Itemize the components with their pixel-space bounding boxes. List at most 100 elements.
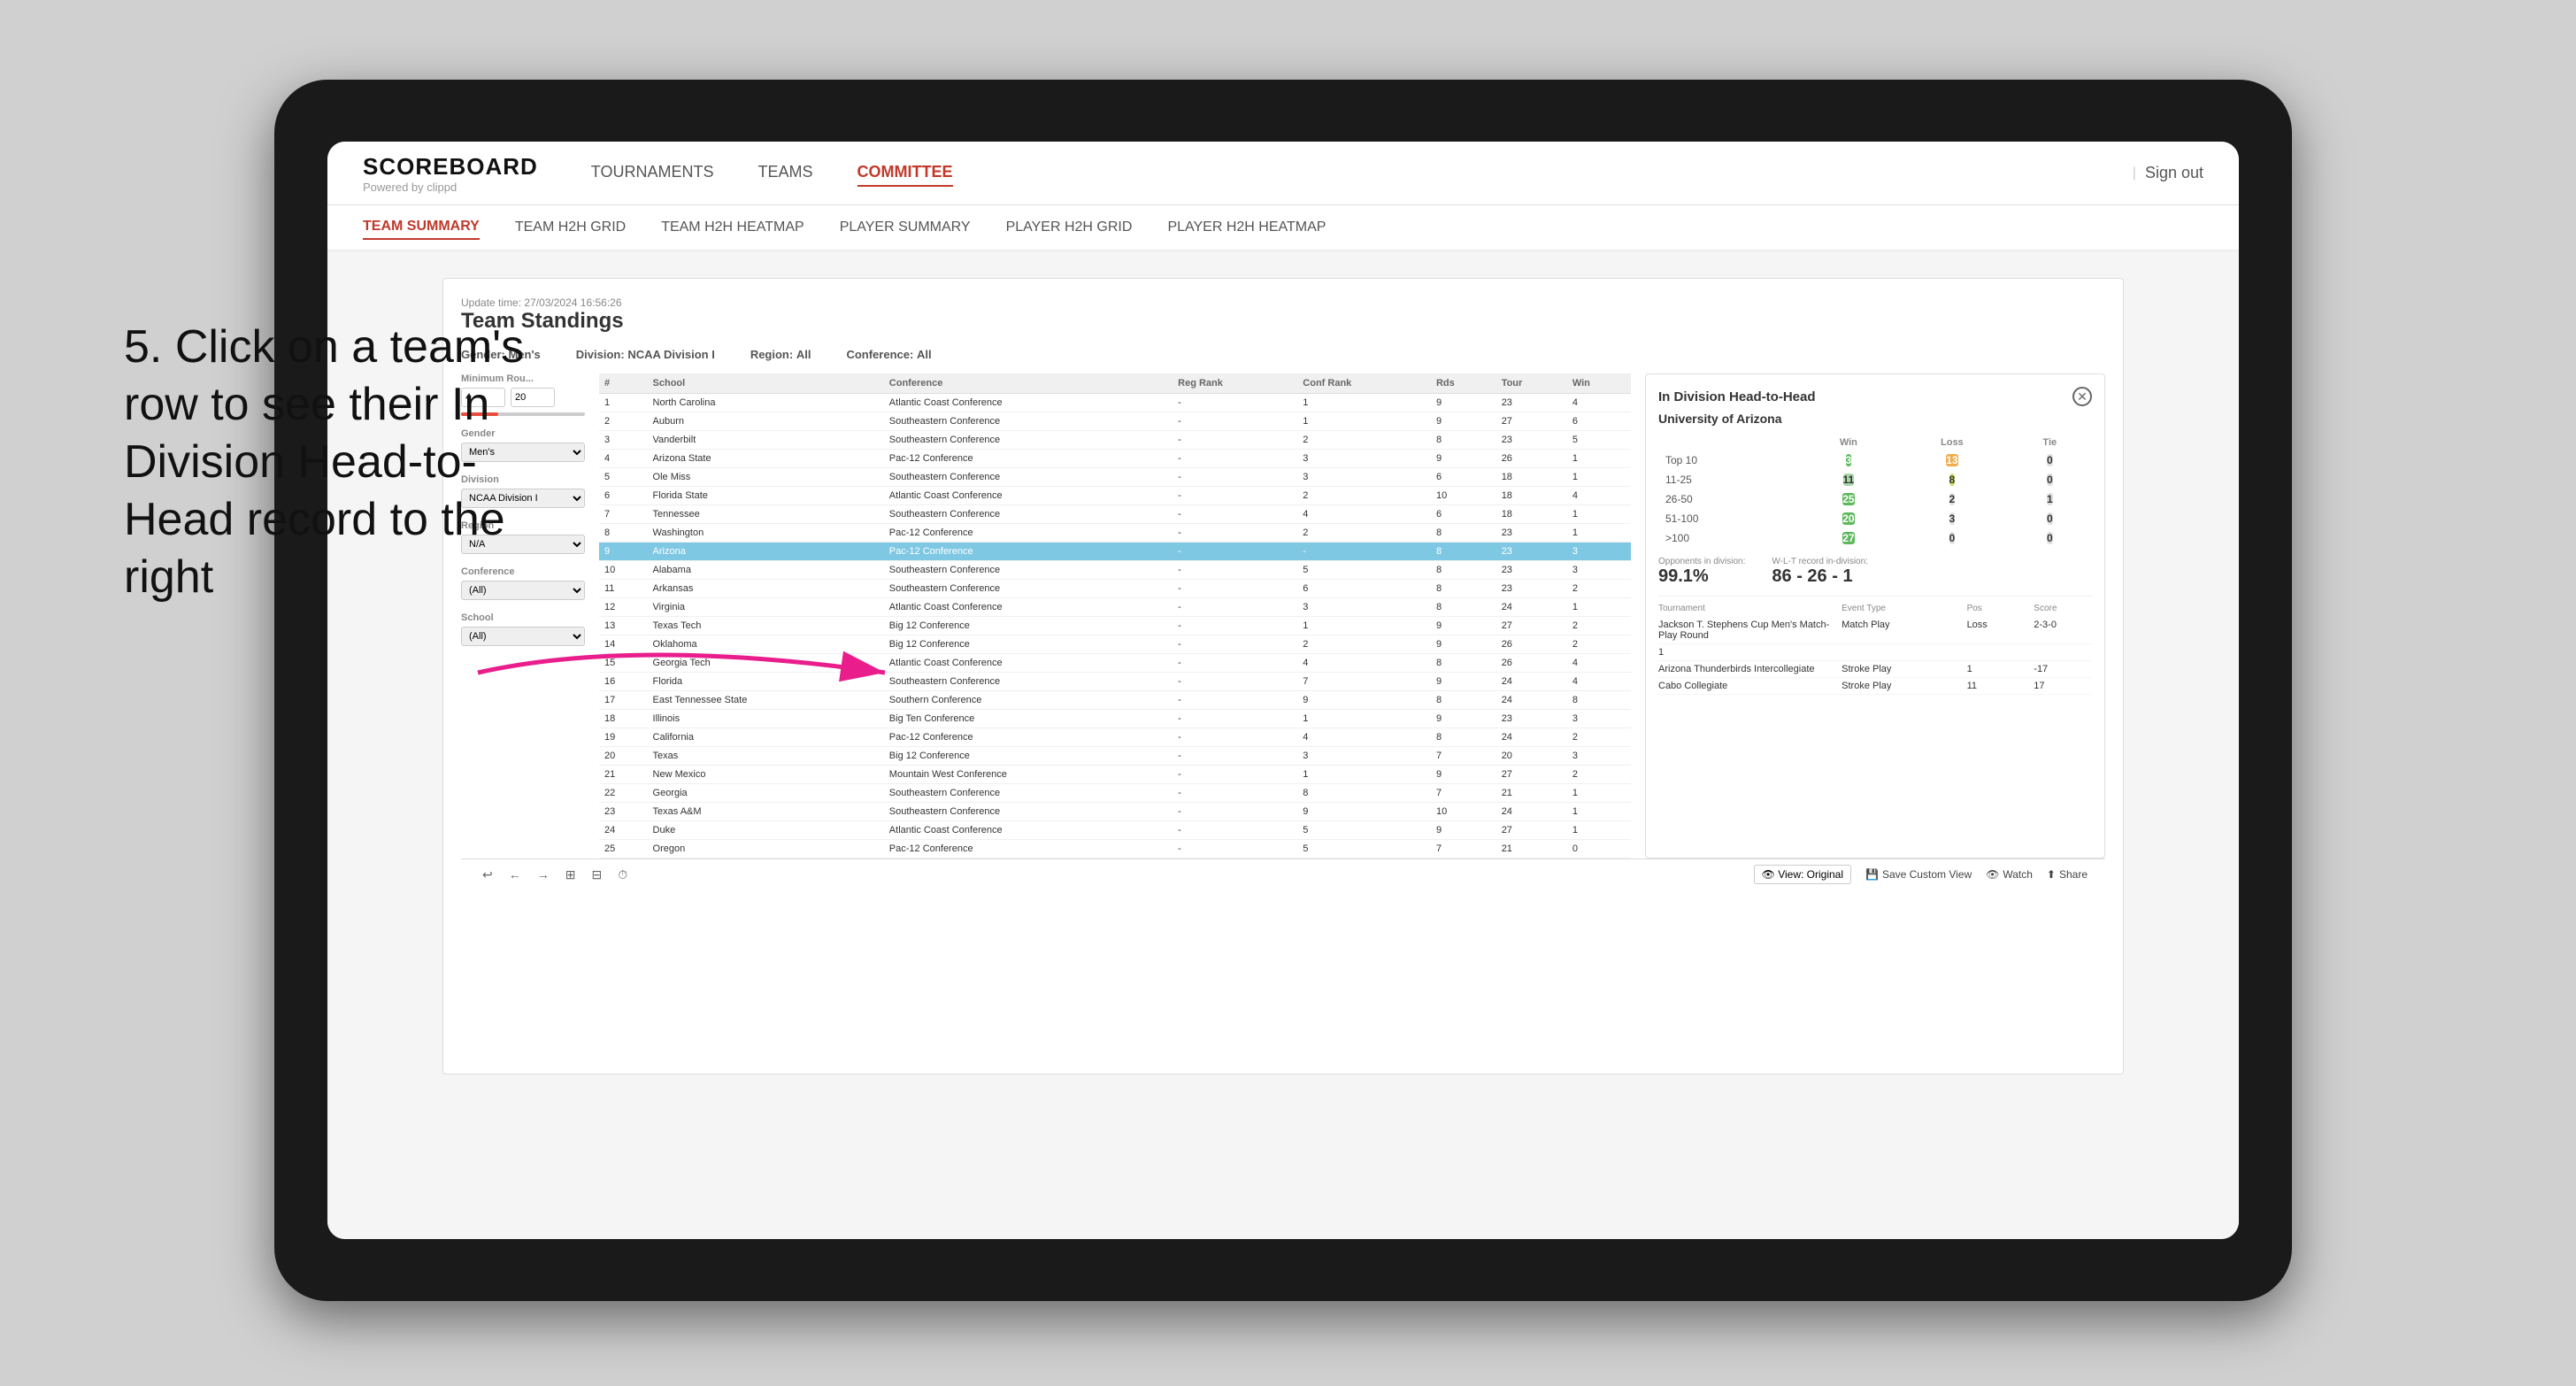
h2h-close-button[interactable]: ✕ [2072,387,2092,406]
tourney-type: Stroke Play [1842,681,1957,691]
share-label: Share [2059,868,2088,881]
sign-out-link[interactable]: Sign out [2145,164,2203,182]
nav-tournaments[interactable]: TOURNAMENTS [591,159,714,187]
cell-rds: 9 [1431,821,1496,840]
cell-reg-rank: - [1173,561,1297,580]
paste-button[interactable]: ⊟ [588,866,605,884]
table-row[interactable]: 10 Alabama Southeastern Conference - 5 8… [599,561,1631,580]
cell-rds: 8 [1431,598,1496,617]
cell-win: 2 [1567,766,1631,784]
redo-prev-button[interactable]: ← [505,866,525,883]
cell-win: 1 [1567,598,1631,617]
cell-conf-rank: 8 [1297,784,1431,803]
h2h-label: 11-25 [1658,470,1801,489]
table-row[interactable]: 20 Texas Big 12 Conference - 3 7 20 3 [599,747,1631,766]
table-row[interactable]: 4 Arizona State Pac-12 Conference - 3 9 … [599,450,1631,468]
cell-conference: Southeastern Conference [884,673,1173,691]
subnav-team-h2h-grid[interactable]: TEAM H2H GRID [515,216,626,239]
cell-school: Auburn [648,412,884,431]
tourney-col-header-name: Tournament [1658,604,1833,613]
table-row[interactable]: 8 Washington Pac-12 Conference - 2 8 23 … [599,524,1631,543]
table-row[interactable]: 12 Virginia Atlantic Coast Conference - … [599,598,1631,617]
h2h-tie-cell: 1 [2008,489,2092,509]
watch-icon: 👁 [1986,868,1999,881]
subnav-team-summary[interactable]: TEAM SUMMARY [363,215,480,240]
copy-button[interactable]: ⊞ [562,866,580,884]
cell-reg-rank: - [1173,617,1297,635]
cell-reg-rank: - [1173,543,1297,561]
division-filter: Division: NCAA Division I [576,348,715,361]
h2h-header: In Division Head-to-Head ✕ [1658,387,2092,406]
cell-school: California [648,728,884,747]
h2h-loss-cell: 8 [1896,470,2007,489]
undo-button[interactable]: ↩ [479,866,496,884]
table-row[interactable]: 5 Ole Miss Southeastern Conference - 3 6… [599,468,1631,487]
cell-tour: 27 [1496,766,1567,784]
cell-rank: 25 [599,840,648,859]
subnav-player-summary[interactable]: PLAYER SUMMARY [840,216,971,239]
table-row[interactable]: 21 New Mexico Mountain West Conference -… [599,766,1631,784]
cell-rds: 9 [1431,617,1496,635]
table-row[interactable]: 1 North Carolina Atlantic Coast Conferen… [599,394,1631,412]
table-row[interactable]: 11 Arkansas Southeastern Conference - 6 … [599,580,1631,598]
tournament-row: 1 [1658,644,2092,661]
subnav-player-h2h-grid[interactable]: PLAYER H2H GRID [1006,216,1133,239]
cell-win: 3 [1567,561,1631,580]
cell-rds: 8 [1431,580,1496,598]
cell-tour: 27 [1496,821,1567,840]
tourney-score [2034,647,2092,658]
h2h-panel: In Division Head-to-Head ✕ University of… [1645,373,2105,859]
cell-conf-rank: 5 [1297,561,1431,580]
table-row[interactable]: 24 Duke Atlantic Coast Conference - 5 9 … [599,821,1631,840]
cell-reg-rank: - [1173,431,1297,450]
th-conf-rank: Conf Rank [1297,373,1431,394]
tourney-pos: Loss [1967,620,2026,641]
sub-nav: TEAM SUMMARY TEAM H2H GRID TEAM H2H HEAT… [327,205,2239,251]
table-row[interactable]: 23 Texas A&M Southeastern Conference - 9… [599,803,1631,821]
table-header-row: # School Conference Reg Rank Conf Rank R… [599,373,1631,394]
table-row[interactable]: 22 Georgia Southeastern Conference - 8 7… [599,784,1631,803]
table-row[interactable]: 2 Auburn Southeastern Conference - 1 9 2… [599,412,1631,431]
region-filter: Region: All [750,348,811,361]
subnav-team-h2h-heatmap[interactable]: TEAM H2H HEATMAP [661,216,804,239]
share-button[interactable]: ⬆ Share [2047,868,2088,881]
cell-tour: 18 [1496,487,1567,505]
cell-conference: Big 12 Conference [884,635,1173,654]
cell-rds: 8 [1431,728,1496,747]
cell-conf-rank: 3 [1297,468,1431,487]
wl-stat: W-L-T record in-division: 86 - 26 - 1 [1772,557,1868,587]
nav-committee[interactable]: COMMITTEE [857,159,953,187]
cell-reg-rank: - [1173,728,1297,747]
cell-rank: 4 [599,450,648,468]
table-row[interactable]: 3 Vanderbilt Southeastern Conference - 2… [599,431,1631,450]
table-row[interactable]: 25 Oregon Pac-12 Conference - 5 7 21 0 [599,840,1631,859]
cell-school: Duke [648,821,884,840]
subnav-player-h2h-heatmap[interactable]: PLAYER H2H HEATMAP [1167,216,1326,239]
table-row[interactable]: 6 Florida State Atlantic Coast Conferenc… [599,487,1631,505]
table-row[interactable]: 9 Arizona Pac-12 Conference - - 8 23 3 [599,543,1631,561]
cell-rank: 5 [599,468,648,487]
wl-value: 86 - 26 - 1 [1772,566,1868,587]
timer-button[interactable]: ⏱ [614,866,631,884]
h2h-tie-cell: 0 [2008,450,2092,470]
th-tour: Tour [1496,373,1567,394]
view-original-button[interactable]: 👁 View: Original [1754,865,1851,884]
standings-table: # School Conference Reg Rank Conf Rank R… [599,373,1631,859]
cell-win: 1 [1567,821,1631,840]
cell-school: Arizona State [648,450,884,468]
table-row[interactable]: 7 Tennessee Southeastern Conference - 4 … [599,505,1631,524]
h2h-loss-cell: 0 [1896,528,2007,548]
cell-reg-rank: - [1173,412,1297,431]
table-row[interactable]: 19 California Pac-12 Conference - 4 8 24… [599,728,1631,747]
cell-rds: 9 [1431,635,1496,654]
cell-win: 1 [1567,450,1631,468]
nav-teams[interactable]: TEAMS [757,159,812,187]
redo-next-button[interactable]: → [534,866,553,883]
cell-tour: 26 [1496,654,1567,673]
cell-conference: Southern Conference [884,691,1173,710]
cell-tour: 23 [1496,710,1567,728]
save-custom-view-button[interactable]: 💾 Save Custom View [1865,868,1972,881]
cell-rank: 6 [599,487,648,505]
watch-button[interactable]: 👁 Watch [1986,868,2033,881]
cell-school: Virginia [648,598,884,617]
